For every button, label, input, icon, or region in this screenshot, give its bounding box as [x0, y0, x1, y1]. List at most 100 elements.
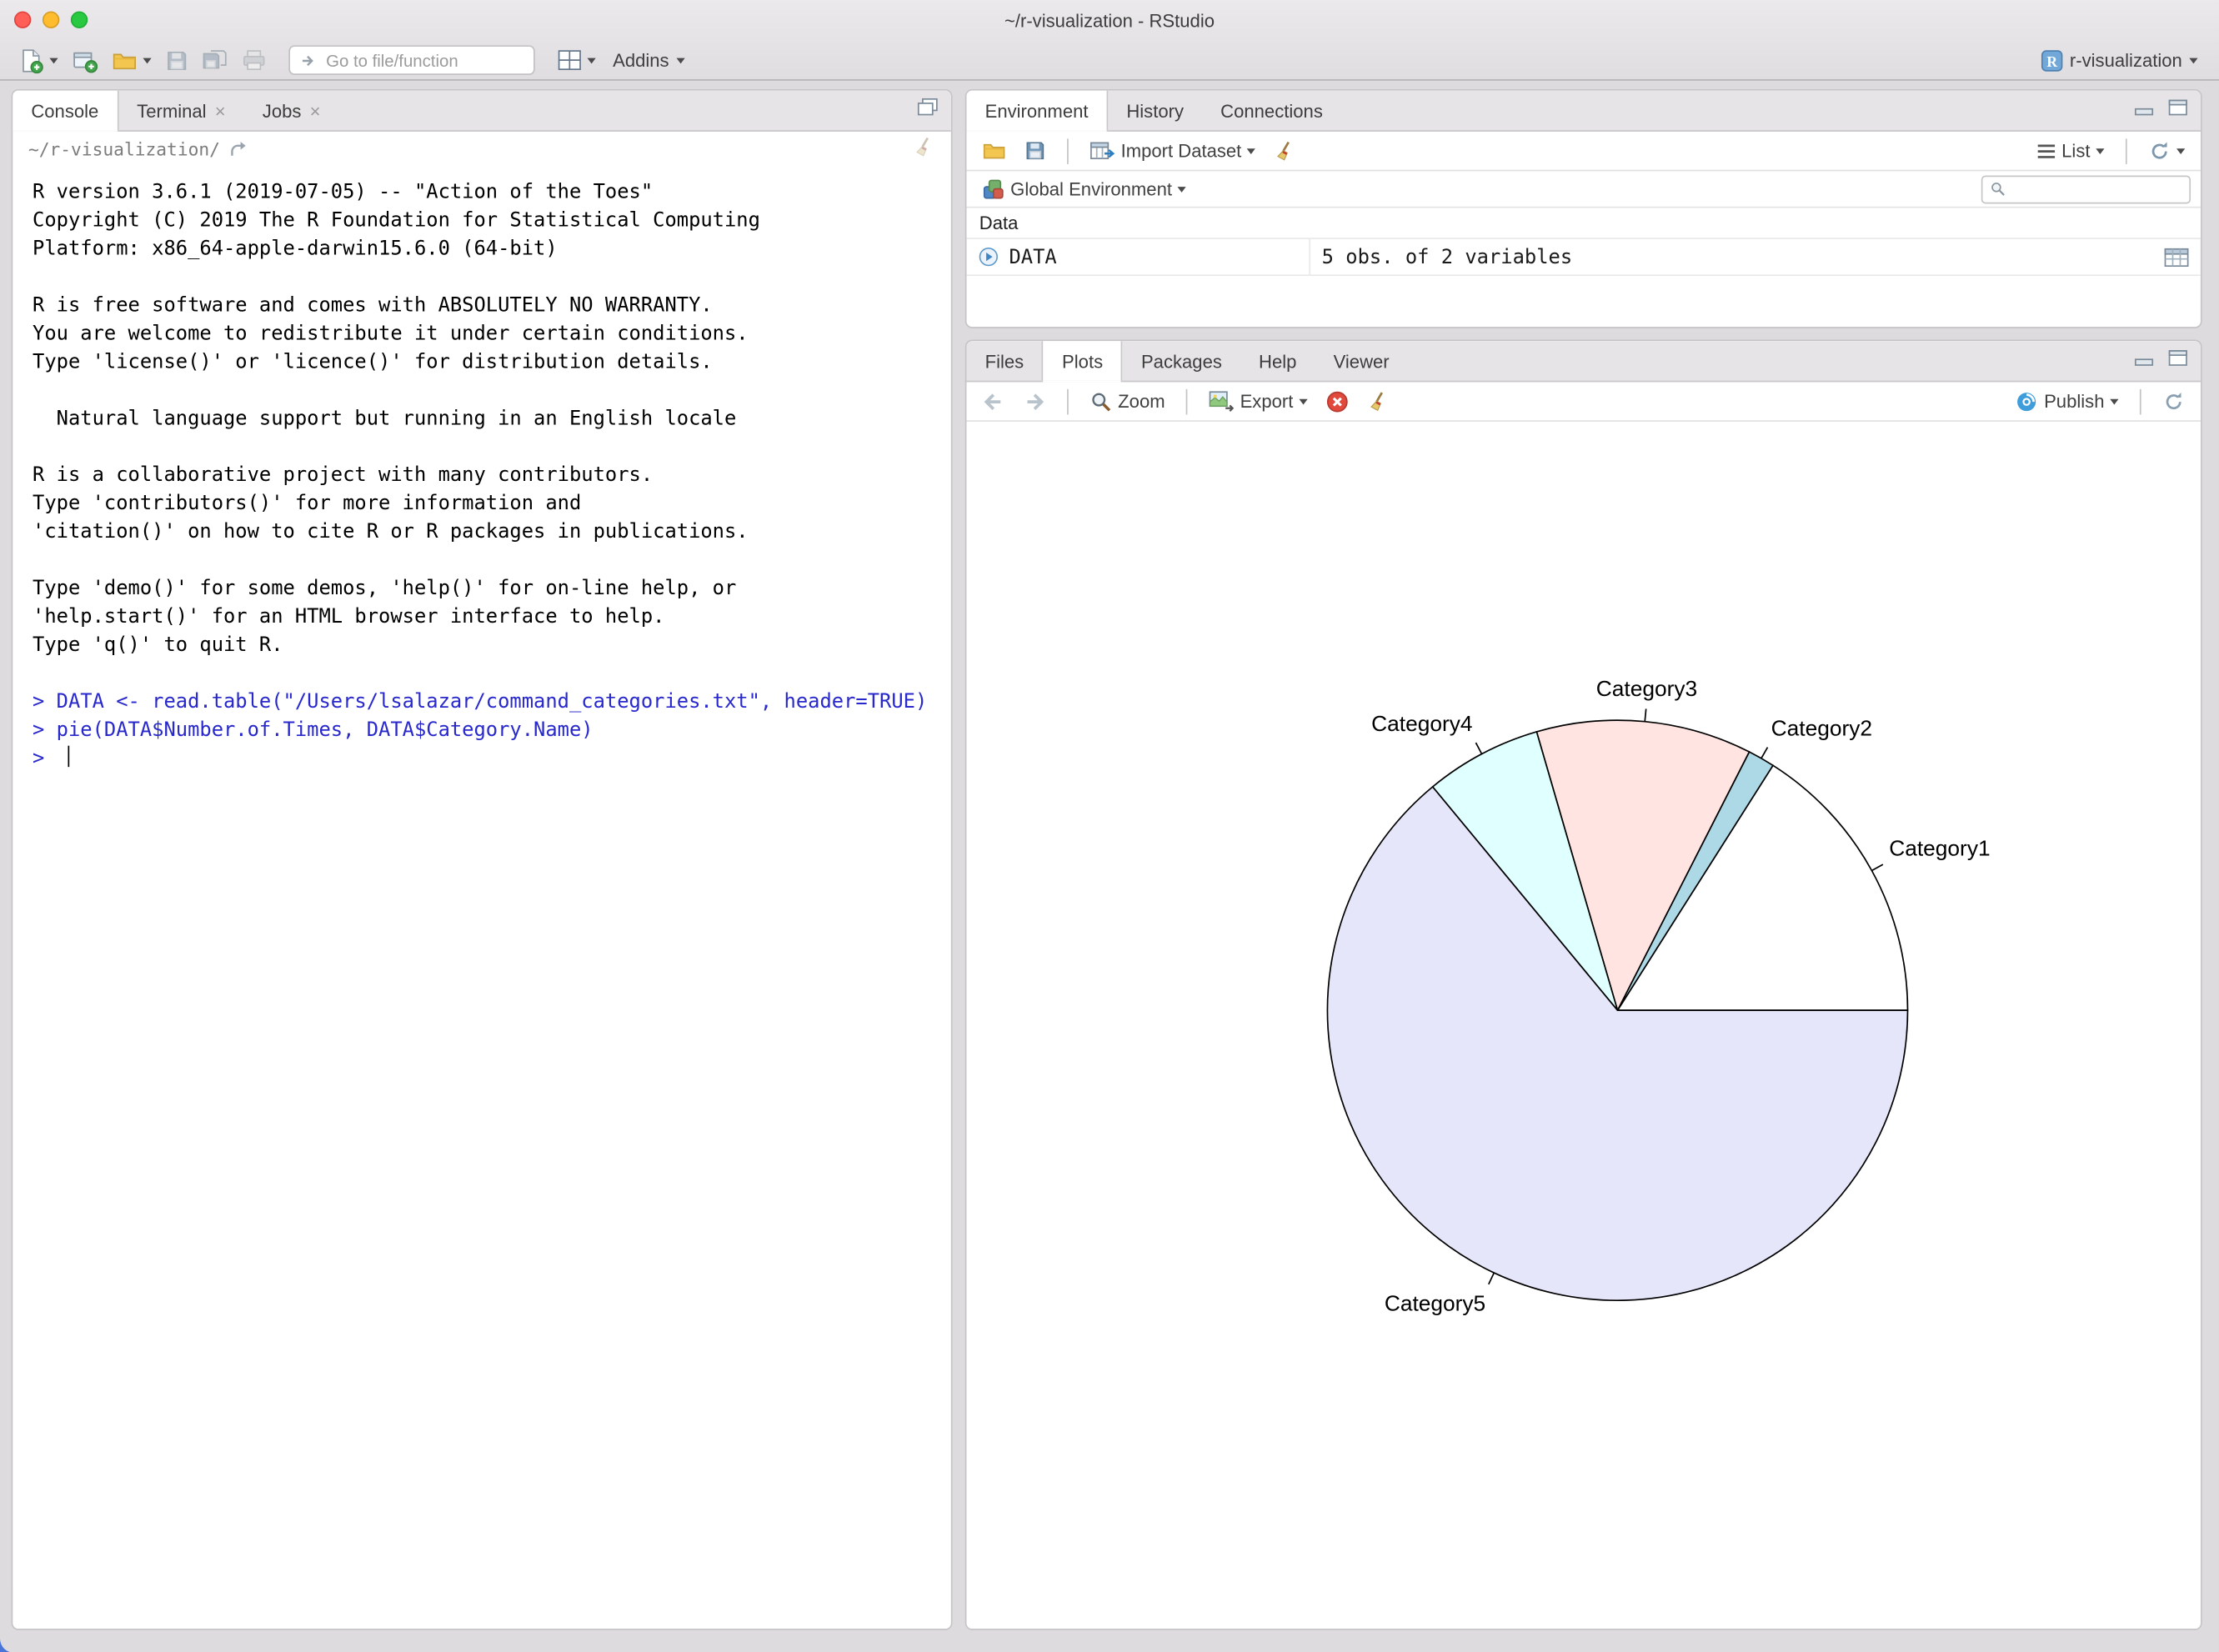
- chevron-down-icon: [676, 58, 684, 63]
- chevron-down-icon: [2189, 58, 2197, 63]
- goto-file-box: [288, 45, 534, 75]
- data-section-header: Data: [967, 208, 2201, 239]
- pane-layout-icon: [558, 49, 582, 70]
- chevron-down-icon: [2176, 148, 2185, 153]
- maximize-pane-icon[interactable]: [917, 98, 938, 123]
- share-directory-icon[interactable]: [230, 138, 250, 158]
- close-window-button[interactable]: [14, 12, 31, 28]
- environment-object-row[interactable]: DATA 5 obs. of 2 variables: [967, 239, 2201, 276]
- print-button[interactable]: [237, 43, 272, 78]
- pie-chart: Category1Category2Category3Category4Cate…: [967, 422, 2201, 1630]
- tab-connections[interactable]: Connections: [1202, 91, 1341, 131]
- plots-toolbar: Zoom Export Publish: [967, 382, 2201, 422]
- plots-tabstrip: Files Plots Packages Help Viewer: [967, 341, 2201, 382]
- zoom-plot-button[interactable]: Zoom: [1084, 384, 1170, 418]
- console-output-line: [33, 263, 931, 292]
- pie-label-tick: [1489, 1273, 1495, 1284]
- new-project-button[interactable]: [67, 43, 103, 78]
- addins-button[interactable]: Addins: [604, 43, 694, 78]
- close-icon[interactable]: ×: [215, 101, 226, 119]
- environment-pane: Environment History Connections: [965, 89, 2202, 328]
- back-arrow-icon: [982, 391, 1004, 411]
- console-output-line: Type 'q()' to quit R.: [33, 631, 931, 659]
- tab-help[interactable]: Help: [1240, 341, 1315, 381]
- load-workspace-button[interactable]: [976, 133, 1011, 168]
- chevron-down-icon: [2110, 398, 2118, 404]
- goto-file-input[interactable]: [326, 50, 523, 70]
- pane-layout-button[interactable]: [552, 43, 601, 78]
- minimize-pane-icon[interactable]: [2134, 98, 2154, 123]
- tab-files[interactable]: Files: [967, 341, 1043, 381]
- tab-label: Environment: [985, 100, 1089, 121]
- view-data-table-icon[interactable]: [2164, 247, 2190, 267]
- pie-label-tick: [1475, 743, 1481, 754]
- project-menu-button[interactable]: R r-visualization: [2031, 43, 2206, 78]
- console-output-line: 'help.start()' for an HTML browser inter…: [33, 603, 931, 631]
- pie-label: Category2: [1771, 715, 1872, 740]
- expand-object-icon[interactable]: [978, 246, 999, 267]
- console-output-line: R is a collaborative project with many c…: [33, 461, 931, 489]
- console-tabstrip: Console Terminal × Jobs ×: [13, 91, 951, 132]
- refresh-icon: [2162, 390, 2185, 413]
- tab-jobs[interactable]: Jobs ×: [244, 91, 339, 131]
- environment-toolbar: Import Dataset List: [967, 132, 2201, 172]
- open-file-button[interactable]: [106, 43, 157, 78]
- list-view-button[interactable]: List: [2031, 133, 2110, 168]
- next-plot-button[interactable]: [1018, 384, 1052, 418]
- print-icon: [242, 49, 266, 70]
- console-output-line: Type 'demo()' for some demos, 'help()' f…: [33, 574, 931, 603]
- tab-plots[interactable]: Plots: [1042, 341, 1123, 381]
- refresh-environment-button[interactable]: [2142, 133, 2191, 168]
- export-plot-button[interactable]: Export: [1203, 384, 1313, 418]
- open-folder-icon: [982, 140, 1006, 161]
- save-all-button[interactable]: [197, 43, 233, 78]
- save-workspace-button[interactable]: [1019, 133, 1051, 168]
- tab-history[interactable]: History: [1108, 91, 1202, 131]
- minimize-window-button[interactable]: [43, 12, 59, 28]
- maximize-pane-icon[interactable]: [2168, 348, 2188, 374]
- close-icon[interactable]: ×: [310, 101, 321, 119]
- console-output[interactable]: R version 3.6.1 (2019-07-05) -- "Action …: [13, 166, 951, 786]
- environment-scope-button[interactable]: Global Environment: [976, 172, 1191, 206]
- clear-all-plots-button[interactable]: [1361, 384, 1395, 418]
- pie-label-tick: [1871, 864, 1882, 870]
- console-output-line: 'citation()' on how to cite R or R packa…: [33, 518, 931, 546]
- clear-environment-button[interactable]: [1269, 133, 1303, 168]
- toolbar-separator: [1067, 388, 1069, 414]
- console-output-line: Type 'license()' or 'licence()' for dist…: [33, 348, 931, 377]
- environment-scope-label: Global Environment: [1010, 178, 1172, 199]
- save-button[interactable]: [160, 43, 194, 78]
- console-output-line: [33, 433, 931, 461]
- zoom-label: Zoom: [1118, 391, 1165, 412]
- tab-console[interactable]: Console: [13, 91, 118, 131]
- titlebar[interactable]: ~/r-visualization - RStudio: [0, 0, 2219, 40]
- tab-viewer[interactable]: Viewer: [1315, 341, 1408, 381]
- import-dataset-button[interactable]: Import Dataset: [1084, 133, 1261, 168]
- tab-packages[interactable]: Packages: [1123, 341, 1240, 381]
- minimize-pane-icon[interactable]: [2134, 348, 2154, 374]
- save-icon: [1024, 140, 1045, 161]
- tab-label: Packages: [1141, 350, 1222, 371]
- chevron-down-icon: [1178, 186, 1186, 192]
- new-project-icon: [73, 48, 98, 73]
- export-label: Export: [1240, 391, 1294, 412]
- previous-plot-button[interactable]: [976, 384, 1010, 418]
- maximize-pane-icon[interactable]: [2168, 98, 2188, 123]
- zoom-window-button[interactable]: [71, 12, 88, 28]
- new-file-button[interactable]: [13, 43, 63, 78]
- environment-tabstrip: Environment History Connections: [967, 91, 2201, 132]
- remove-plot-button[interactable]: [1320, 384, 1355, 418]
- search-icon: [1990, 180, 2006, 198]
- environment-search-input[interactable]: [2011, 179, 2182, 199]
- tab-label: Console: [31, 100, 98, 121]
- project-name-label: r-visualization: [2070, 49, 2182, 70]
- tab-terminal[interactable]: Terminal ×: [118, 91, 244, 131]
- pie-label-tick: [1761, 748, 1768, 758]
- tab-label: Files: [985, 350, 1024, 371]
- tab-environment[interactable]: Environment: [967, 91, 1109, 131]
- clear-console-button[interactable]: [913, 135, 935, 162]
- console-output-line: Type 'contributors()' for more informati…: [33, 489, 931, 518]
- publish-plot-button[interactable]: Publish: [2010, 384, 2124, 418]
- chevron-down-icon: [588, 58, 596, 63]
- refresh-plot-button[interactable]: [2156, 384, 2191, 418]
